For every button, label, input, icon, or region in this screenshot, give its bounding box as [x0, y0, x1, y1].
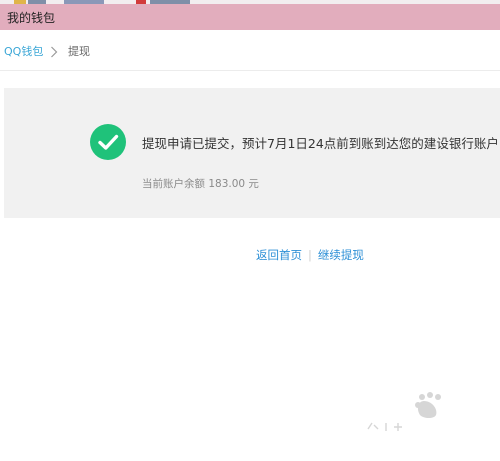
- link-divider: |: [308, 248, 312, 262]
- check-circle-icon: [90, 124, 126, 160]
- baidu-jingyan-watermark: [364, 391, 484, 451]
- breadcrumb-current: 提现: [68, 45, 90, 58]
- breadcrumb: QQ钱包 提现: [0, 30, 500, 71]
- back-home-link[interactable]: 返回首页: [256, 248, 302, 262]
- result-panel: 提现申请已提交，预计7月1日24点前到账到达您的建设银行账户 当前账户余额 18…: [4, 88, 500, 218]
- withdraw-status-message: 提现申请已提交，预计7月1日24点前到账到达您的建设银行账户: [142, 136, 499, 151]
- window-title-bar: 我的钱包: [0, 4, 500, 30]
- window-title: 我的钱包: [7, 11, 56, 25]
- breadcrumb-home-link[interactable]: QQ钱包: [4, 43, 43, 59]
- account-balance-text: 当前账户余额 183.00 元: [142, 178, 259, 190]
- action-links: 返回首页 | 继续提现: [256, 247, 364, 263]
- continue-withdraw-link[interactable]: 继续提现: [318, 248, 364, 262]
- chevron-right-icon: [50, 43, 58, 62]
